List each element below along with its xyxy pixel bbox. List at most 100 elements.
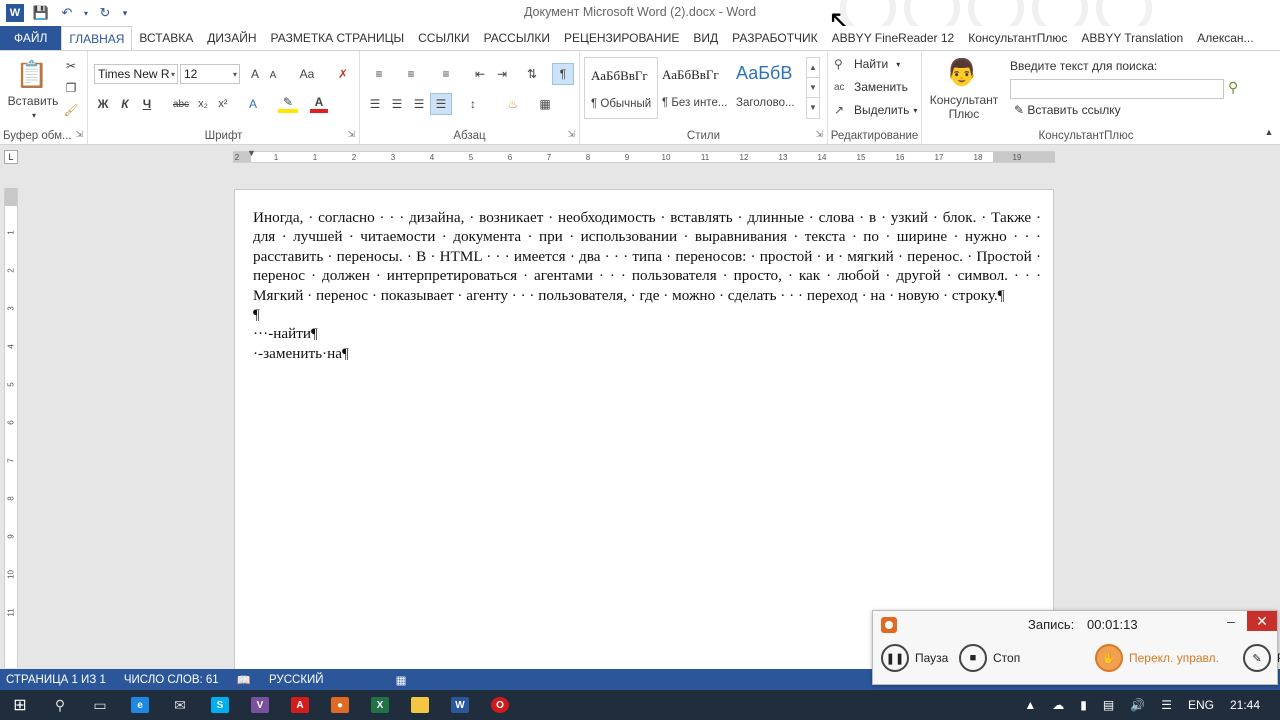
draw-button[interactable]: ✎Ри xyxy=(1243,644,1280,672)
document-page[interactable]: Иногда, · согласно · · · дизайна, · возн… xyxy=(234,189,1054,679)
undo-icon[interactable]: ↶ xyxy=(54,1,80,25)
paragraph-launcher-icon[interactable]: ⇲ xyxy=(567,129,575,140)
battery-icon[interactable]: ▮ xyxy=(1080,698,1087,712)
volume-icon[interactable]: 🔊 xyxy=(1130,698,1145,712)
tab-abbyy-finereader[interactable]: ABBYY FineReader 12 xyxy=(825,26,962,50)
align-center-icon[interactable]: ☰ xyxy=(388,95,406,113)
superscript-button[interactable]: x² xyxy=(214,95,232,113)
align-left-icon[interactable]: ☰ xyxy=(366,95,384,113)
tab-developer[interactable]: РАЗРАБОТЧИК xyxy=(725,26,825,50)
tab-insert[interactable]: ВСТАВКА xyxy=(132,26,200,50)
paragraph[interactable]: ¶ xyxy=(253,305,1041,324)
replace-button[interactable]: ac Заменить xyxy=(834,80,908,94)
switch-control-button[interactable]: ✋ Перекл. управл. xyxy=(1095,644,1219,672)
vertical-ruler[interactable]: 1 2 3 4 5 6 7 8 9 10 11 xyxy=(4,188,18,668)
tray-up-icon[interactable]: ▲ xyxy=(1024,698,1036,712)
search-icon[interactable]: ⚲ xyxy=(1228,79,1238,96)
tab-design[interactable]: ДИЗАЙН xyxy=(200,26,263,50)
shrink-font-button[interactable]: A xyxy=(266,67,280,83)
tab-selector[interactable]: L xyxy=(4,150,18,164)
folder-icon[interactable] xyxy=(400,690,440,720)
viber-icon[interactable]: V xyxy=(240,690,280,720)
numbering-icon[interactable]: ≡ xyxy=(398,65,424,83)
shading-icon[interactable]: ♨ xyxy=(500,95,526,113)
anydesk-icon[interactable]: A xyxy=(280,690,320,720)
paste-button[interactable]: Вставить xyxy=(2,93,64,109)
word-count[interactable]: ЧИСЛО СЛОВ: 61 xyxy=(124,674,219,686)
word-taskbar-icon[interactable]: W xyxy=(440,690,480,720)
consultant-search-input[interactable] xyxy=(1010,79,1224,99)
show-marks-button[interactable]: ¶ xyxy=(552,63,574,85)
find-button[interactable]: ⚲ Найти ▾ xyxy=(834,57,900,71)
notifications-icon[interactable]: ☰ xyxy=(1161,698,1172,712)
tab-file[interactable]: ФАЙЛ xyxy=(0,26,62,50)
grow-font-button[interactable]: A xyxy=(246,65,264,83)
paste-icon[interactable]: 📋 xyxy=(14,57,50,91)
copy-icon[interactable]: ❐ xyxy=(62,79,80,97)
font-size-dropdown[interactable]: 12 ▾ xyxy=(180,64,240,84)
consultant-avatar-icon[interactable]: 👨 xyxy=(944,55,980,89)
minimize-icon[interactable]: – xyxy=(1227,613,1235,629)
multilevel-list-icon[interactable]: ≡ xyxy=(432,65,460,83)
network-icon[interactable]: ▤ xyxy=(1103,698,1114,712)
font-color-button[interactable]: A xyxy=(310,95,328,113)
bold-button[interactable]: Ж xyxy=(94,95,112,113)
subscript-button[interactable]: x₂ xyxy=(194,95,212,113)
excel-icon[interactable]: X xyxy=(360,690,400,720)
decrease-indent-icon[interactable]: ⇤ xyxy=(470,65,490,83)
paste-dropdown-icon[interactable]: ▾ xyxy=(26,109,42,121)
text-effects-button[interactable]: A xyxy=(244,95,262,113)
style-normal[interactable]: АаБбВвГг ¶ Обычный xyxy=(584,57,658,119)
tab-view[interactable]: ВИД xyxy=(686,26,725,50)
paragraph[interactable]: ···-найти¶ xyxy=(253,324,1041,343)
tab-abbyy-translation[interactable]: ABBYY Translation xyxy=(1074,26,1190,50)
macro-record-icon[interactable]: ▦ xyxy=(396,673,407,687)
sort-icon[interactable]: ⇅ xyxy=(522,65,542,83)
language-tray[interactable]: ENG xyxy=(1188,698,1214,712)
font-name-dropdown[interactable]: Times New R ▾ xyxy=(94,64,178,84)
highlight-icon[interactable]: ✎ xyxy=(278,95,298,113)
paragraph[interactable]: Иногда, · согласно · · · дизайна, · возн… xyxy=(253,208,1041,305)
skype-icon[interactable]: S xyxy=(200,690,240,720)
horizontal-ruler[interactable]: ▼ 2 1 1 2 3 4 5 6 7 8 9 10 11 12 13 14 15 16 17 18 19 xyxy=(233,148,1055,163)
paragraph[interactable]: ·-заменить·на¶ xyxy=(253,344,1041,363)
edge-icon[interactable]: e xyxy=(120,690,160,720)
collapse-ribbon-icon[interactable]: ▲ xyxy=(1262,125,1276,139)
align-right-icon[interactable]: ☰ xyxy=(410,95,428,113)
borders-icon[interactable]: ▦ xyxy=(532,95,558,113)
tab-home[interactable]: ГЛАВНАЯ xyxy=(61,26,133,50)
bullets-icon[interactable]: ≡ xyxy=(366,65,392,83)
task-view-icon[interactable]: ▭ xyxy=(80,690,120,720)
language-indicator[interactable]: РУССКИЙ xyxy=(269,674,324,686)
tab-review[interactable]: РЕЦЕНЗИРОВАНИЕ xyxy=(557,26,686,50)
line-spacing-icon[interactable]: ↕ xyxy=(460,95,486,113)
tab-references[interactable]: ССЫЛКИ xyxy=(411,26,476,50)
user-account[interactable]: Алексан... xyxy=(1190,26,1260,50)
cut-icon[interactable]: ✂ xyxy=(62,57,80,75)
style-heading[interactable]: АаБбВ Заголово... xyxy=(730,57,804,119)
select-button[interactable]: ↗ Выделить ▾ xyxy=(834,103,917,117)
save-icon[interactable]: 💾 xyxy=(28,1,54,25)
change-case-button[interactable]: Aa xyxy=(292,65,322,83)
search-icon[interactable]: ⚲ xyxy=(40,690,80,720)
close-icon[interactable]: ✕ xyxy=(1247,611,1277,631)
clock[interactable]: 21:44 xyxy=(1230,698,1260,712)
styles-scroller[interactable]: ▲ ▼ ▼ xyxy=(806,57,820,119)
chevron-up-icon[interactable]: ▲ xyxy=(807,58,819,78)
format-painter-icon[interactable]: 🖌 xyxy=(62,101,80,119)
insert-link-button[interactable]: ✎ Вставить ссылку xyxy=(1014,103,1121,117)
recorder-app-icon[interactable]: ● xyxy=(320,690,360,720)
customize-qat-icon[interactable]: ▾ xyxy=(118,1,132,25)
style-no-spacing[interactable]: АаБбВвГг ¶ Без инте... xyxy=(656,57,730,119)
undo-dropdown-icon[interactable]: ▾ xyxy=(80,1,92,25)
start-button-icon[interactable]: ⊞ xyxy=(0,690,40,720)
clear-formatting-icon[interactable]: ✗ xyxy=(334,65,352,83)
indent-marker-icon[interactable]: ▼ xyxy=(247,148,256,158)
strikethrough-button[interactable]: abc xyxy=(170,95,192,113)
justify-icon[interactable]: ☰ xyxy=(430,93,452,115)
tab-consultantplus[interactable]: КонсультантПлюс xyxy=(961,26,1074,50)
underline-button[interactable]: Ч xyxy=(138,95,156,113)
stop-button[interactable]: ■ Стоп xyxy=(959,644,1020,672)
word-app-icon[interactable]: W xyxy=(6,4,24,22)
pause-button[interactable]: ❚❚ Пауза xyxy=(881,644,948,672)
